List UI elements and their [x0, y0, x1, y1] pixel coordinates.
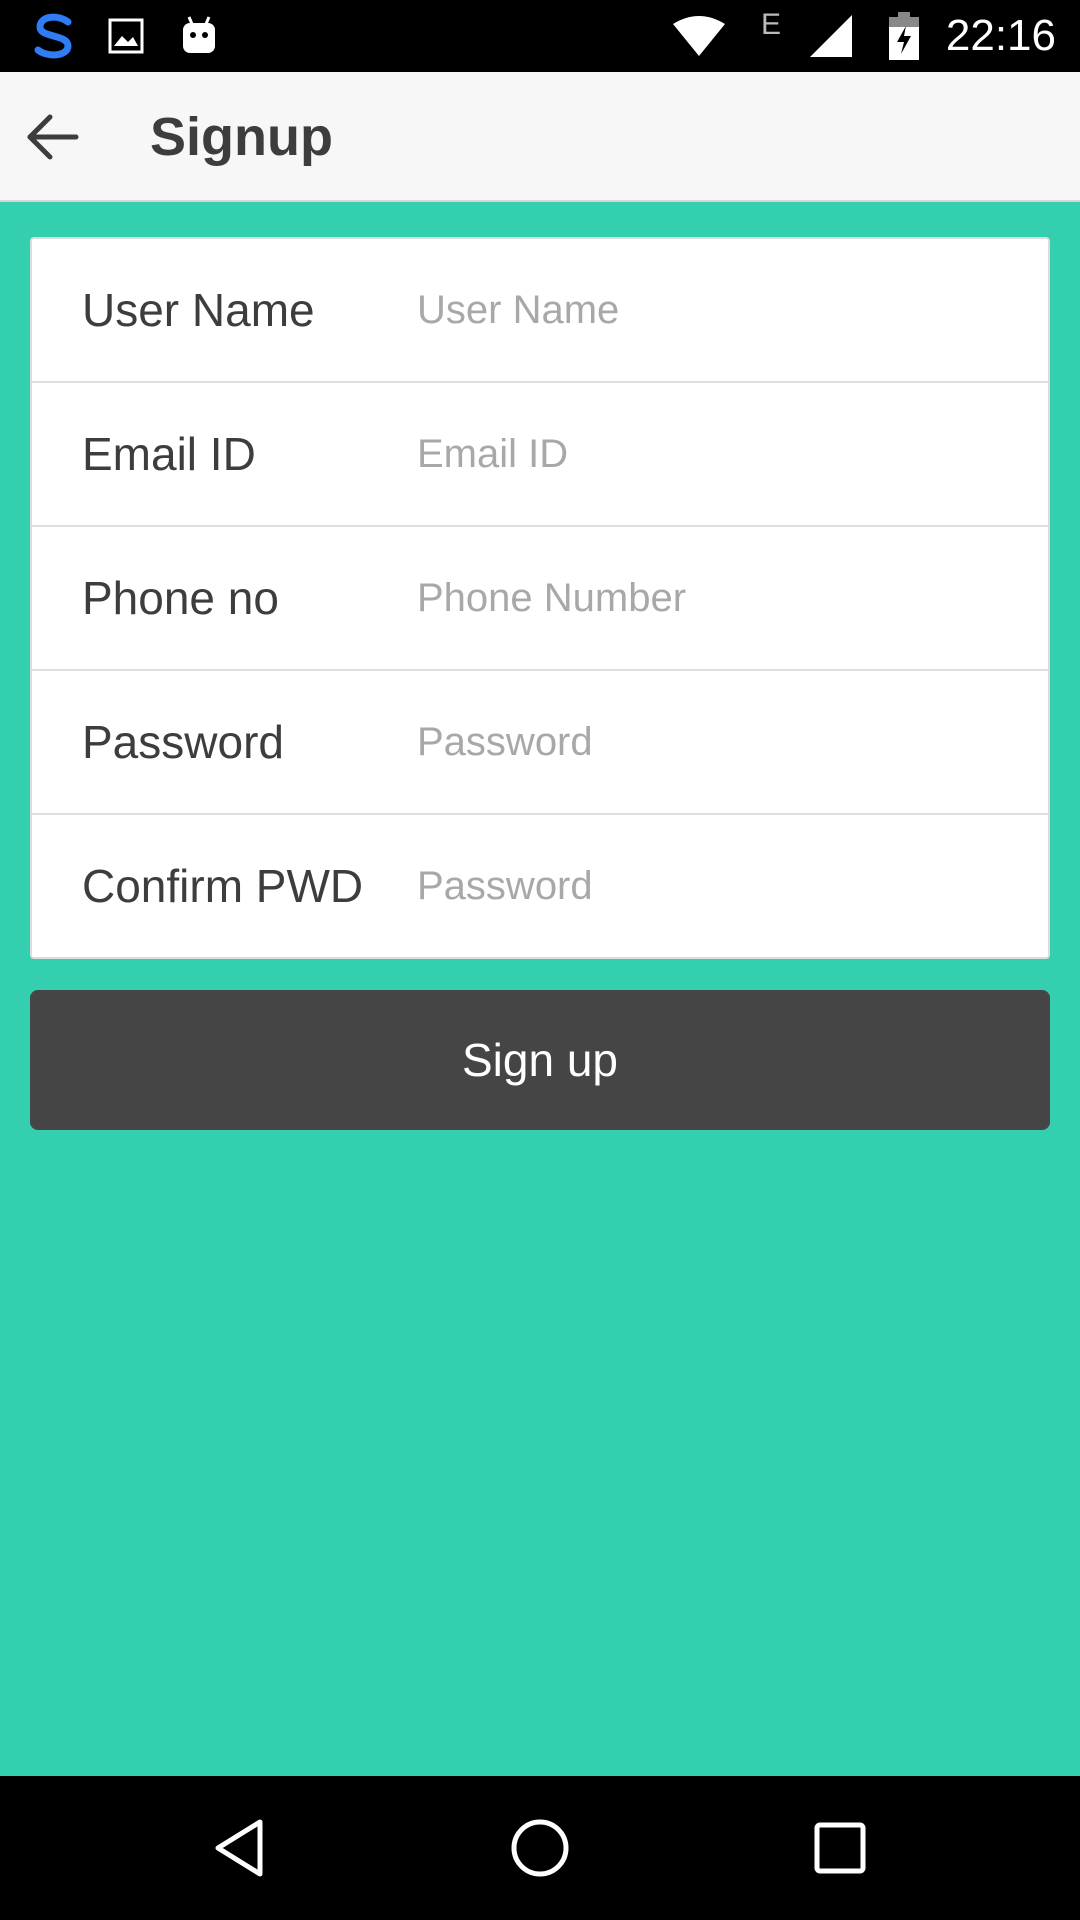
page-title: Signup — [150, 107, 333, 167]
nav-recents-icon — [813, 1821, 867, 1875]
back-button[interactable] — [14, 99, 90, 175]
phone-input[interactable] — [417, 557, 1017, 639]
nav-home-icon — [510, 1818, 570, 1878]
image-icon — [106, 0, 146, 72]
form-row-confirm-password: Confirm PWD — [32, 815, 1048, 959]
navigation-bar — [0, 1776, 1080, 1920]
username-input[interactable] — [417, 269, 1017, 351]
arrow-back-icon — [24, 113, 80, 161]
form-row-username: User Name — [32, 239, 1048, 383]
cell-signal-icon — [806, 0, 856, 72]
status-bar: E 22:16 — [0, 0, 1080, 72]
swiftkey-icon — [26, 0, 82, 72]
nav-back-button[interactable] — [190, 1798, 290, 1898]
phone-label: Phone no — [82, 572, 279, 624]
form-row-password: Password — [32, 671, 1048, 815]
form-row-email: Email ID — [32, 383, 1048, 527]
password-label: Password — [82, 716, 284, 768]
nav-home-button[interactable] — [490, 1798, 590, 1898]
wifi-icon — [670, 0, 728, 72]
android-icon — [178, 0, 220, 72]
nav-back-icon — [212, 1818, 268, 1878]
nav-recents-button[interactable] — [790, 1798, 890, 1898]
app-bar: Signup — [0, 72, 1080, 202]
email-label: Email ID — [82, 428, 256, 480]
email-input[interactable] — [417, 413, 1017, 495]
battery-charging-icon — [886, 0, 922, 72]
form-row-phone: Phone no — [32, 527, 1048, 671]
username-label: User Name — [82, 284, 315, 336]
status-time: 22:16 — [945, 11, 1056, 60]
password-input[interactable] — [417, 701, 1017, 783]
confirm-password-input[interactable] — [417, 845, 1017, 927]
signup-form: User Name Email ID Phone no Password Con… — [30, 237, 1050, 959]
network-type-label: E — [760, 8, 781, 41]
confirm-password-label: Confirm PWD — [82, 860, 364, 912]
signup-button[interactable]: Sign up — [30, 990, 1050, 1130]
